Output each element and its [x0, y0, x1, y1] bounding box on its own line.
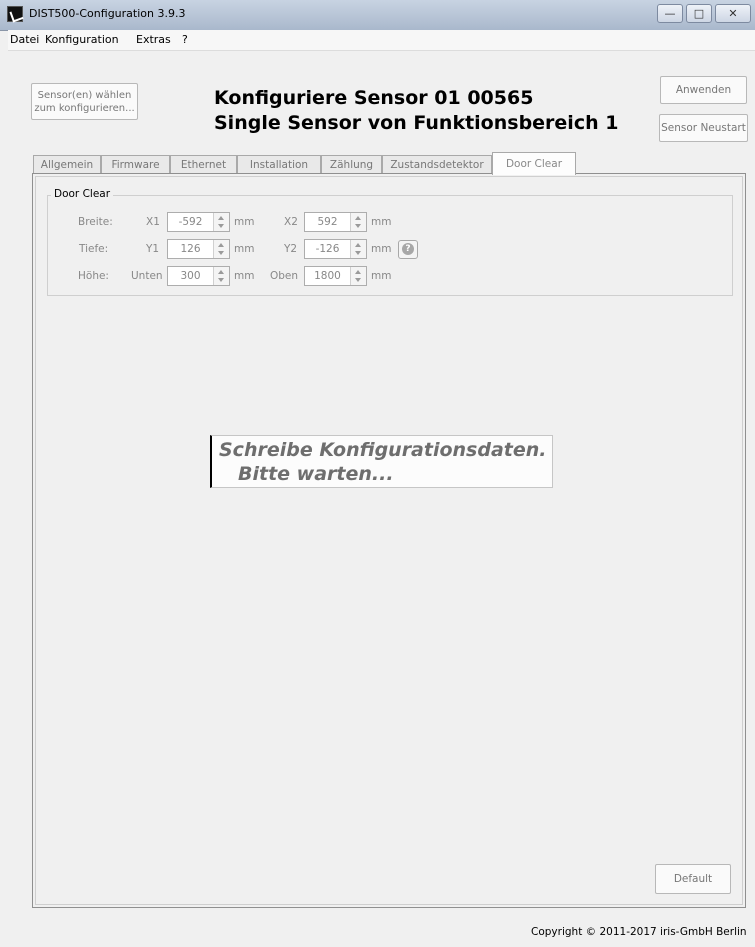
default-button[interactable]: Default — [655, 864, 731, 894]
oben-value: 1800 — [314, 270, 341, 282]
oben-label: Oben — [270, 270, 299, 282]
hoehe-label: Höhe: — [78, 270, 109, 282]
status-message-box: Schreibe Konfigurationsdaten. Bitte wart… — [210, 435, 553, 488]
x2-spinbox[interactable]: 592 — [304, 212, 367, 232]
unten-spin-arrows[interactable] — [213, 267, 229, 285]
x2-value: 592 — [317, 216, 338, 228]
minimize-button[interactable]: — — [657, 4, 683, 23]
y2-spinbox[interactable]: -126 — [304, 239, 367, 259]
window-title: DIST500-Configuration 3.9.3 — [29, 7, 186, 20]
menu-extras[interactable]: Extras — [136, 33, 171, 46]
menu-bar: Datei Konfiguration Extras ? — [8, 30, 755, 51]
x1-label: X1 — [146, 216, 160, 228]
tab-ethernet[interactable]: Ethernet — [170, 155, 237, 174]
unten-unit: mm — [234, 270, 255, 282]
x2-spin-arrows[interactable] — [350, 213, 366, 231]
copyright-text: Copyright © 2011-2017 iris-GmbH Berlin — [531, 926, 747, 938]
maximize-button[interactable]: □ — [686, 4, 712, 23]
x1-spinbox[interactable]: -592 — [167, 212, 230, 232]
title-bar: DIST500-Configuration 3.9.3 — □ ✕ — [0, 0, 755, 31]
y1-spin-arrows[interactable] — [213, 240, 229, 258]
y1-spinbox[interactable]: 126 — [167, 239, 230, 259]
tab-zustandsdetektor[interactable]: Zustandsdetektor — [382, 155, 492, 174]
oben-spin-arrows[interactable] — [350, 267, 366, 285]
unten-spinbox[interactable]: 300 — [167, 266, 230, 286]
y2-unit: mm — [371, 243, 392, 255]
x2-unit: mm — [371, 216, 392, 228]
y1-value: 126 — [180, 243, 201, 255]
tiefe-label: Tiefe: — [79, 243, 109, 255]
oben-unit: mm — [371, 270, 392, 282]
page-subtitle: Single Sensor von Funktionsbereich 1 — [214, 112, 619, 134]
x1-spin-arrows[interactable] — [213, 213, 229, 231]
breite-label: Breite: — [78, 216, 113, 228]
restart-sensor-button[interactable]: Sensor Neustart — [659, 114, 748, 142]
y1-label: Y1 — [146, 243, 160, 255]
y1-unit: mm — [234, 243, 255, 255]
x1-unit: mm — [234, 216, 255, 228]
tab-installation[interactable]: Installation — [237, 155, 321, 174]
select-sensor-label-line2: zum konfigurieren... — [34, 103, 135, 114]
unten-value: 300 — [180, 270, 201, 282]
select-sensor-button[interactable]: Sensor(en) wählen zum konfigurieren... — [31, 83, 138, 120]
unten-label: Unten — [131, 270, 163, 282]
status-line-1: Schreibe Konfigurationsdaten. — [219, 439, 547, 461]
tab-firmware[interactable]: Firmware — [101, 155, 170, 174]
menu-datei[interactable]: Datei — [10, 33, 39, 46]
select-sensor-label-line1: Sensor(en) wählen — [37, 90, 132, 101]
page-title: Konfiguriere Sensor 01 00565 — [214, 87, 534, 109]
y2-label: Y2 — [284, 243, 298, 255]
tab-allgemein[interactable]: Allgemein — [33, 155, 101, 174]
y2-value: -126 — [315, 243, 340, 255]
tab-zaehlung[interactable]: Zählung — [321, 155, 382, 174]
apply-button[interactable]: Anwenden — [660, 76, 747, 104]
door-clear-group-title: Door Clear — [51, 188, 114, 200]
help-icon[interactable] — [398, 240, 418, 259]
x1-value: -592 — [178, 216, 203, 228]
tab-door-clear[interactable]: Door Clear — [492, 152, 576, 175]
close-button[interactable]: ✕ — [715, 4, 751, 23]
menu-konfiguration[interactable]: Konfiguration — [45, 33, 119, 46]
y2-spin-arrows[interactable] — [350, 240, 366, 258]
x2-label: X2 — [284, 216, 298, 228]
oben-spinbox[interactable]: 1800 — [304, 266, 367, 286]
status-line-2: Bitte warten... — [238, 463, 394, 485]
app-icon — [7, 6, 23, 22]
menu-help[interactable]: ? — [182, 33, 188, 46]
